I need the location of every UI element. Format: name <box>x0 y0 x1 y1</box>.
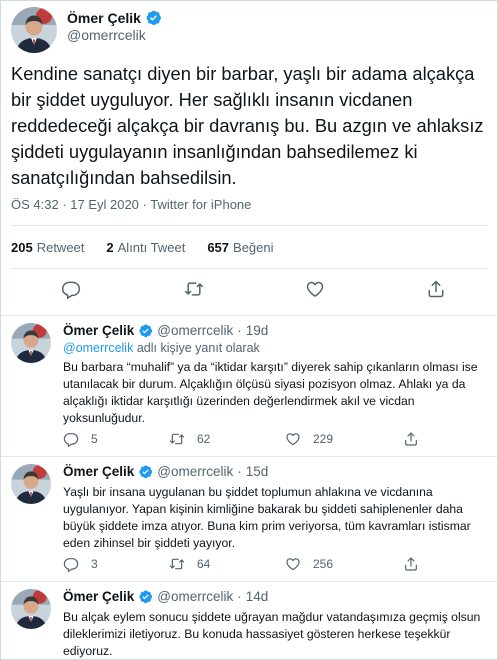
reply-tweet[interactable]: Ömer Çelik @omerrcelik · 15d Yaşlı bir i… <box>1 458 497 582</box>
replying-to: @omerrcelik adlı kişiye yanıt olarak <box>63 341 260 355</box>
quotes-stat[interactable]: 2 Alıntı Tweet <box>106 240 185 255</box>
like-button[interactable]: 256 <box>285 556 333 572</box>
reply-count: 3 <box>91 557 98 571</box>
share-icon <box>403 431 419 447</box>
tweet-actions <box>1 279 497 305</box>
reply-button[interactable]: 3 <box>63 556 98 572</box>
retweet-button[interactable]: 64 <box>169 556 210 572</box>
reply-button[interactable]: 5 <box>63 431 98 447</box>
like-icon <box>285 556 301 572</box>
reply-tweet[interactable]: Ömer Çelik @omerrcelik · 19d @omerrcelik… <box>1 317 497 457</box>
reply-header: Ömer Çelik @omerrcelik · 14d <box>63 589 268 604</box>
reply-text: Yaşlı bir insana uygulanan bu şiddet top… <box>63 485 471 550</box>
author-name-row[interactable]: Ömer Çelik <box>67 9 162 26</box>
likes-stat[interactable]: 657 Beğeni <box>207 240 273 255</box>
like-icon <box>285 431 301 447</box>
like-icon <box>305 279 325 299</box>
share-button[interactable] <box>403 556 419 572</box>
like-count: 256 <box>313 557 334 571</box>
reply-count: 5 <box>91 432 98 446</box>
separator-dot: · <box>237 323 242 338</box>
avatar[interactable] <box>11 589 51 629</box>
divider <box>11 268 487 269</box>
author-handle[interactable]: @omerrcelik <box>157 323 233 338</box>
author-name[interactable]: Ömer Çelik <box>67 10 141 26</box>
reply-icon <box>63 556 79 572</box>
retweets-stat[interactable]: 205 Retweet <box>11 240 84 255</box>
timestamp[interactable]: 14d <box>246 589 269 604</box>
reply-header: Ömer Çelik @omerrcelik · 19d <box>63 323 268 338</box>
reply-icon <box>61 279 81 299</box>
replying-to-suffix: adlı kişiye yanıt olarak <box>133 341 260 355</box>
divider <box>11 225 487 226</box>
reply-text: Bu barbara “muhalif” ya da “iktidar karş… <box>63 360 478 425</box>
share-icon <box>426 279 446 299</box>
share-button[interactable] <box>426 279 446 304</box>
author-name[interactable]: Ömer Çelik <box>63 589 134 604</box>
tweet-text: Kendine sanatçı diyen bir barbar, yaşlı … <box>11 63 484 188</box>
retweet-button[interactable]: 62 <box>169 431 210 447</box>
reply-tweet[interactable]: Ömer Çelik @omerrcelik · 14d Bu alçak ey… <box>1 583 497 659</box>
avatar[interactable] <box>11 7 57 53</box>
retweet-icon <box>169 556 185 572</box>
author-handle[interactable]: @omerrcelik <box>157 589 233 604</box>
verified-badge-icon <box>138 589 153 604</box>
avatar[interactable] <box>11 464 51 504</box>
like-count: 229 <box>313 432 334 446</box>
reply-icon <box>63 431 79 447</box>
retweet-count: 64 <box>197 557 211 571</box>
verified-badge-icon <box>138 323 153 338</box>
separator-dot: · <box>237 464 242 479</box>
tweet-meta[interactable]: ÖS 4:32 · 17 Eyl 2020 · Twitter for iPho… <box>11 197 251 212</box>
author-name[interactable]: Ömer Çelik <box>63 323 134 338</box>
verified-badge-icon <box>145 9 162 26</box>
reply-actions: 3 64 256 <box>63 556 493 574</box>
retweet-icon <box>169 431 185 447</box>
reply-text: Bu alçak eylem sonucu şiddete uğrayan ma… <box>63 610 481 658</box>
separator-dot: · <box>237 589 242 604</box>
author-handle[interactable]: @omerrcelik <box>67 27 146 43</box>
timestamp[interactable]: 19d <box>246 323 269 338</box>
verified-badge-icon <box>138 464 153 479</box>
like-button[interactable] <box>305 279 325 304</box>
timestamp[interactable]: 15d <box>246 464 269 479</box>
mention-link[interactable]: @omerrcelik <box>63 341 133 355</box>
reply-actions: 5 62 229 <box>63 431 493 449</box>
author-handle[interactable]: @omerrcelik <box>157 464 233 479</box>
retweet-count: 62 <box>197 432 211 446</box>
like-button[interactable]: 229 <box>285 431 333 447</box>
reply-header: Ömer Çelik @omerrcelik · 15d <box>63 464 268 479</box>
avatar[interactable] <box>11 323 51 363</box>
retweet-icon <box>184 279 204 299</box>
reply-button[interactable] <box>61 279 81 304</box>
share-button[interactable] <box>403 431 419 447</box>
retweet-button[interactable] <box>184 279 204 304</box>
main-tweet: Ömer Çelik @omerrcelik Kendine sanatçı d… <box>1 1 497 316</box>
author-name[interactable]: Ömer Çelik <box>63 464 134 479</box>
tweet-thread: Ömer Çelik @omerrcelik Kendine sanatçı d… <box>0 0 498 660</box>
tweet-stats: 205 Retweet 2 Alıntı Tweet 657 Beğeni <box>11 240 274 255</box>
share-icon <box>403 556 419 572</box>
